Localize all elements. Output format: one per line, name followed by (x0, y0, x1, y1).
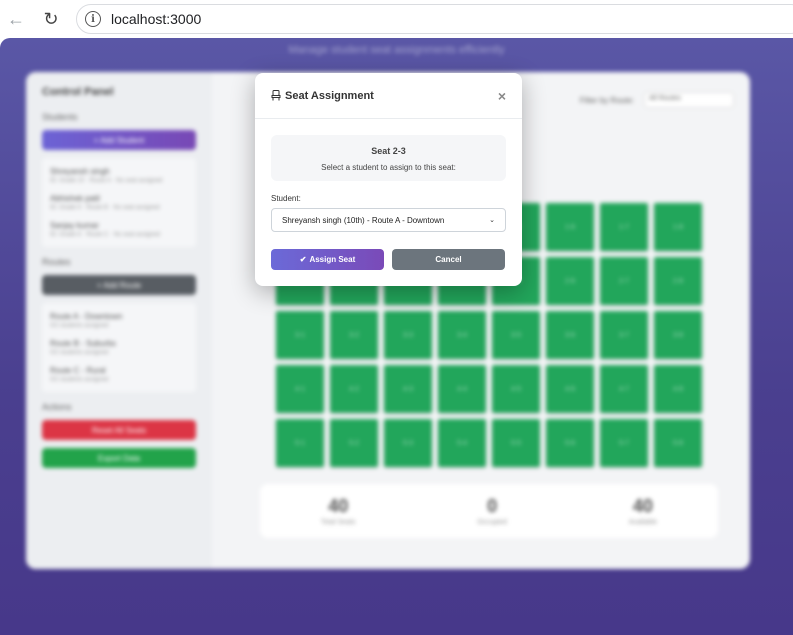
seat-cell[interactable]: 5-4 (438, 419, 486, 467)
modal-actions: ✔ Assign Seat Cancel (271, 249, 505, 270)
seat-cell[interactable]: 5-7 (600, 419, 648, 467)
stat-value: 0 (487, 496, 498, 516)
filter-label: Filter by Route: (579, 95, 634, 105)
app-subtitle: Manage student seat assignments efficien… (288, 44, 505, 56)
seat-cell[interactable]: 5-3 (384, 419, 432, 467)
stat-total: 40 Total Seats (321, 496, 356, 526)
modal-title-text: Seat Assignment (285, 89, 374, 102)
seat-cell[interactable]: 4-7 (600, 365, 648, 413)
seat-cell[interactable]: 1-7 (600, 203, 648, 251)
route-detail: 0/2 students assigned (50, 377, 109, 383)
route-item[interactable]: Route B - Suburbs 0/2 students assigned (50, 334, 188, 361)
sidebar: Control Panel Students + Add Student Shr… (26, 72, 212, 569)
stats-panel: 40 Total Seats 0 Occupied 40 Available (260, 484, 718, 538)
stat-available: 40 Available (629, 496, 657, 526)
student-name: Shreyansh singh (50, 167, 110, 176)
assign-seat-button[interactable]: ✔ Assign Seat (271, 249, 384, 270)
routes-section-title: Routes (42, 257, 71, 267)
seat-cell[interactable]: 5-5 (492, 419, 540, 467)
stat-value: 40 (328, 496, 349, 516)
route-detail: 0/2 students assigned (50, 323, 109, 329)
back-arrow-icon[interactable]: ← (5, 8, 27, 30)
stat-label: Total Seats (320, 519, 356, 526)
student-select[interactable]: Shreyansh singh (10th) - Route A - Downt… (271, 208, 506, 232)
student-select-value: Shreyansh singh (10th) - Route A - Downt… (282, 215, 445, 225)
seat-cell[interactable]: 4-2 (330, 365, 378, 413)
route-item[interactable]: Route A - Downtown 0/2 students assigned (50, 307, 188, 334)
add-student-button[interactable]: + Add Student (42, 130, 196, 150)
stat-label: Occupied (477, 519, 507, 526)
seat-icon (271, 90, 281, 101)
student-list: Shreyansh singh ID: Grade 10 · Route A ·… (42, 158, 196, 247)
modal-title: Seat Assignment (271, 90, 374, 102)
route-list: Route A - Downtown 0/2 students assigned… (42, 303, 196, 392)
info-icon[interactable]: i (85, 11, 101, 27)
seat-cell[interactable]: 4-5 (492, 365, 540, 413)
seat-cell[interactable]: 5-6 (546, 419, 594, 467)
seat-cell[interactable]: 4-8 (654, 365, 702, 413)
browser-toolbar: ← ↻ i localhost:3000 (0, 0, 793, 38)
student-name: Abhishek patil (50, 194, 100, 203)
student-detail: ID: Grade 9 · Route B · No seat assigned (50, 205, 160, 211)
seat-prompt: Select a student to assign to this seat: (321, 163, 456, 172)
seat-cell[interactable]: 3-6 (546, 311, 594, 359)
assign-seat-label: Assign Seat (309, 255, 356, 264)
modal-header: Seat Assignment × (255, 73, 522, 119)
seat-cell[interactable]: 3-8 (654, 311, 702, 359)
close-icon[interactable]: × (498, 88, 506, 104)
chevron-down-icon: ⌄ (489, 217, 495, 224)
reset-all-seats-button[interactable]: Reset All Seats (42, 420, 196, 440)
route-name: Route C - Rural (50, 366, 106, 375)
student-detail: ID: Grade 8 · Route C · No seat assigned (50, 232, 161, 238)
seat-number: Seat 2-3 (371, 146, 406, 156)
export-data-button[interactable]: Export Data (42, 448, 196, 468)
seat-cell[interactable]: 5-2 (330, 419, 378, 467)
student-name: Sanjay kumar (50, 221, 99, 230)
seat-cell[interactable]: 4-6 (546, 365, 594, 413)
seat-cell[interactable]: 3-2 (330, 311, 378, 359)
student-item[interactable]: Abhishek patil ID: Grade 9 · Route B · N… (50, 189, 188, 216)
cancel-button[interactable]: Cancel (392, 249, 505, 270)
seat-cell[interactable]: 4-3 (384, 365, 432, 413)
seat-cell[interactable]: 2-8 (654, 257, 702, 305)
student-detail: ID: Grade 10 · Route A · No seat assigne… (50, 178, 163, 184)
seat-cell[interactable]: 3-1 (276, 311, 324, 359)
seat-cell[interactable]: 3-7 (600, 311, 648, 359)
students-section-title: Students (42, 112, 78, 122)
control-panel-title: Control Panel (42, 86, 114, 98)
seat-cell[interactable]: 3-4 (438, 311, 486, 359)
seat-cell[interactable]: 3-3 (384, 311, 432, 359)
seat-info-box: Seat 2-3 Select a student to assign to t… (271, 135, 506, 181)
stat-value: 40 (632, 496, 653, 516)
seat-cell[interactable]: 5-8 (654, 419, 702, 467)
student-item[interactable]: Sanjay kumar ID: Grade 8 · Route C · No … (50, 216, 188, 243)
route-detail: 0/2 students assigned (50, 350, 109, 356)
route-filter: Filter by Route: All Routes (580, 92, 734, 108)
stat-occupied: 0 Occupied (477, 496, 507, 526)
check-icon: ✔ (299, 255, 307, 264)
seat-cell[interactable]: 1-8 (654, 203, 702, 251)
url-text[interactable]: localhost:3000 (111, 11, 201, 27)
address-bar[interactable]: i localhost:3000 (76, 4, 793, 34)
seat-cell[interactable]: 2-7 (600, 257, 648, 305)
seat-cell[interactable]: 5-1 (276, 419, 324, 467)
seat-cell[interactable]: 4-1 (276, 365, 324, 413)
reload-icon[interactable]: ↻ (40, 8, 62, 30)
seat-cell[interactable]: 1-6 (546, 203, 594, 251)
seat-cell[interactable]: 3-5 (492, 311, 540, 359)
actions-section-title: Actions (42, 402, 72, 412)
route-filter-select[interactable]: All Routes (644, 92, 734, 108)
seat-assignment-modal: Seat Assignment × Seat 2-3 Select a stud… (255, 73, 522, 286)
student-label: Student: (271, 194, 301, 203)
seat-cell[interactable]: 4-4 (438, 365, 486, 413)
stat-label: Available (628, 519, 658, 526)
route-name: Route A - Downtown (50, 312, 123, 321)
add-route-button[interactable]: + Add Route (42, 275, 196, 295)
route-item[interactable]: Route C - Rural 0/2 students assigned (50, 361, 188, 388)
student-item[interactable]: Shreyansh singh ID: Grade 10 · Route A ·… (50, 162, 188, 189)
route-name: Route B - Suburbs (50, 339, 116, 348)
seat-cell[interactable]: 2-6 (546, 257, 594, 305)
